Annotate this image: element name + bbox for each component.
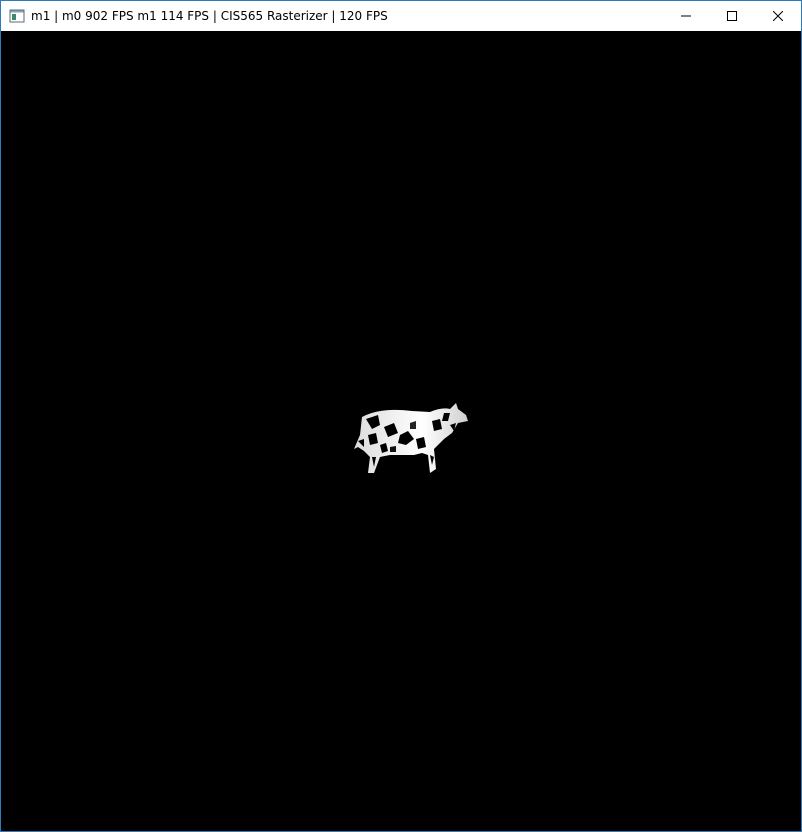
- app-window: m1 | m0 902 FPS m1 114 FPS | CIS565 Rast…: [0, 0, 802, 832]
- close-icon: [773, 11, 783, 21]
- maximize-icon: [727, 11, 737, 21]
- app-window-icon: [9, 9, 25, 23]
- render-viewport[interactable]: [1, 31, 801, 831]
- window-controls: [663, 1, 801, 31]
- cow-model: [354, 403, 468, 473]
- window-title: m1 | m0 902 FPS m1 114 FPS | CIS565 Rast…: [31, 9, 388, 23]
- title-bar[interactable]: m1 | m0 902 FPS m1 114 FPS | CIS565 Rast…: [1, 1, 801, 31]
- close-button[interactable]: [755, 1, 801, 31]
- minimize-button[interactable]: [663, 1, 709, 31]
- maximize-button[interactable]: [709, 1, 755, 31]
- minimize-icon: [681, 15, 691, 17]
